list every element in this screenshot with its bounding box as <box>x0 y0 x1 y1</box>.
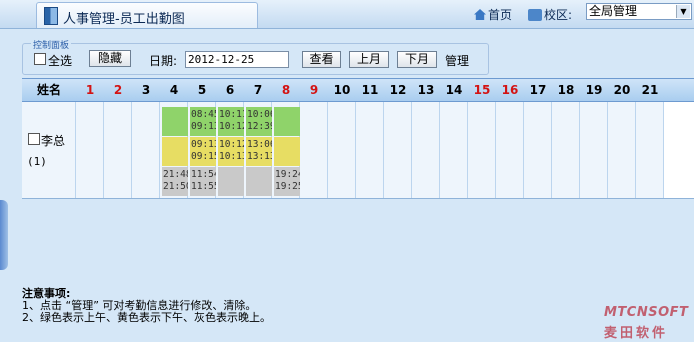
day-header: 6 <box>225 83 235 97</box>
day-header: 10 <box>333 83 351 97</box>
day-column <box>76 102 104 198</box>
day-column <box>300 102 328 198</box>
date-label: 日期: <box>149 54 178 68</box>
select-all-label: 全选 <box>48 54 73 68</box>
day-column <box>412 102 440 198</box>
day-header: 15 <box>473 83 491 97</box>
day-header: 16 <box>501 83 519 97</box>
hide-button[interactable]: 隐藏 <box>89 50 131 67</box>
chevron-down-icon: ▼ <box>676 5 690 18</box>
day-header: 18 <box>557 83 575 97</box>
employee-name: 李总 <box>41 134 66 148</box>
day-header: 1 <box>85 83 95 97</box>
day-header: 7 <box>253 83 263 97</box>
day-header: 5 <box>197 83 207 97</box>
notes-line-2: 2、绿色表示上午、黄色表示下午、灰色表示晚上。 <box>22 311 271 324</box>
day-column <box>356 102 384 198</box>
date-input[interactable]: 2012-12-25 <box>185 51 289 68</box>
day-header: 20 <box>613 83 631 97</box>
grid-body: 李总 (1) 21:48 21:50 08:45 09:13 09:13 09:15… <box>22 102 694 199</box>
grid-header: 姓名 1 2 3 4 5 6 7 8 9 10 11 12 13 14 15 16 17 18 19 20 21 <box>22 78 694 102</box>
day-column <box>468 102 496 198</box>
campus-select[interactable]: 全局管理 ▼ <box>586 3 692 20</box>
next-month-button[interactable]: 下月 <box>397 51 437 68</box>
manage-link[interactable]: 管理 <box>445 52 469 69</box>
prev-month-button[interactable]: 上月 <box>349 51 389 68</box>
control-panel-legend: 控制面板 <box>31 38 72 51</box>
select-all-checkbox[interactable] <box>34 53 46 65</box>
day-column <box>132 102 160 198</box>
day-column <box>104 102 132 198</box>
day-column: 21:48 21:50 <box>160 102 192 198</box>
campus-icon <box>528 9 542 21</box>
day-header: 11 <box>361 83 379 97</box>
book-icon <box>44 7 58 25</box>
top-bar: 人事管理-员工出勤图 首页 校区: 全局管理 ▼ <box>0 0 694 29</box>
day-column <box>328 102 356 198</box>
day-column <box>552 102 580 198</box>
campus-label-text: 校区: <box>544 8 573 22</box>
day-column <box>440 102 468 198</box>
view-button[interactable]: 查看 <box>302 51 341 68</box>
day-column: 08:45 09:13 09:13 09:15 11:54 11:55 <box>188 102 220 198</box>
day-header: 19 <box>585 83 603 97</box>
employee-checkbox[interactable] <box>28 133 40 145</box>
campus-label: 校区: <box>528 6 572 23</box>
day-header: 21 <box>641 83 659 97</box>
day-column <box>580 102 608 198</box>
page-title: 人事管理-员工出勤图 <box>63 12 185 27</box>
page-tab[interactable]: 人事管理-员工出勤图 <box>36 2 258 28</box>
day-column <box>524 102 552 198</box>
name-header: 姓名 <box>36 83 61 97</box>
day-column <box>636 102 664 198</box>
day-column <box>384 102 412 198</box>
employee-cell: 李总 (1) <box>22 102 76 198</box>
day-header: 12 <box>389 83 407 97</box>
day-header: 13 <box>417 83 435 97</box>
attendance-grid: 姓名 1 2 3 4 5 6 7 8 9 10 11 12 13 14 15 16 17 18 19 20 21 李总 … <box>22 78 694 199</box>
employee-count: (1) <box>27 155 47 168</box>
day-header: 17 <box>529 83 547 97</box>
home-link[interactable]: 首页 <box>474 6 512 23</box>
watermark-logo-cn: 麦田软件 <box>604 326 669 341</box>
day-header: 3 <box>141 83 151 97</box>
day-column: 19:24 19:25 <box>272 102 304 198</box>
home-icon <box>474 9 486 20</box>
notes: 注意事项: 1、点击 “管理” 可对考勤信息进行修改、清除。 2、绿色表示上午、… <box>22 288 271 324</box>
day-column <box>608 102 636 198</box>
day-header: 2 <box>113 83 123 97</box>
day-header: 8 <box>281 83 291 97</box>
home-label: 首页 <box>488 8 513 22</box>
campus-select-value: 全局管理 <box>589 4 638 18</box>
day-column: 10:11 10:12 10:12 10:13 <box>216 102 248 198</box>
day-column: 10:06 12:39 13:06 13:13 <box>244 102 276 198</box>
side-collapse-handle[interactable] <box>0 200 8 270</box>
day-header: 9 <box>309 83 319 97</box>
day-header: 4 <box>169 83 179 97</box>
watermark-logo: MTCNSOFT <box>604 305 689 320</box>
day-column <box>496 102 524 198</box>
day-header: 14 <box>445 83 463 97</box>
